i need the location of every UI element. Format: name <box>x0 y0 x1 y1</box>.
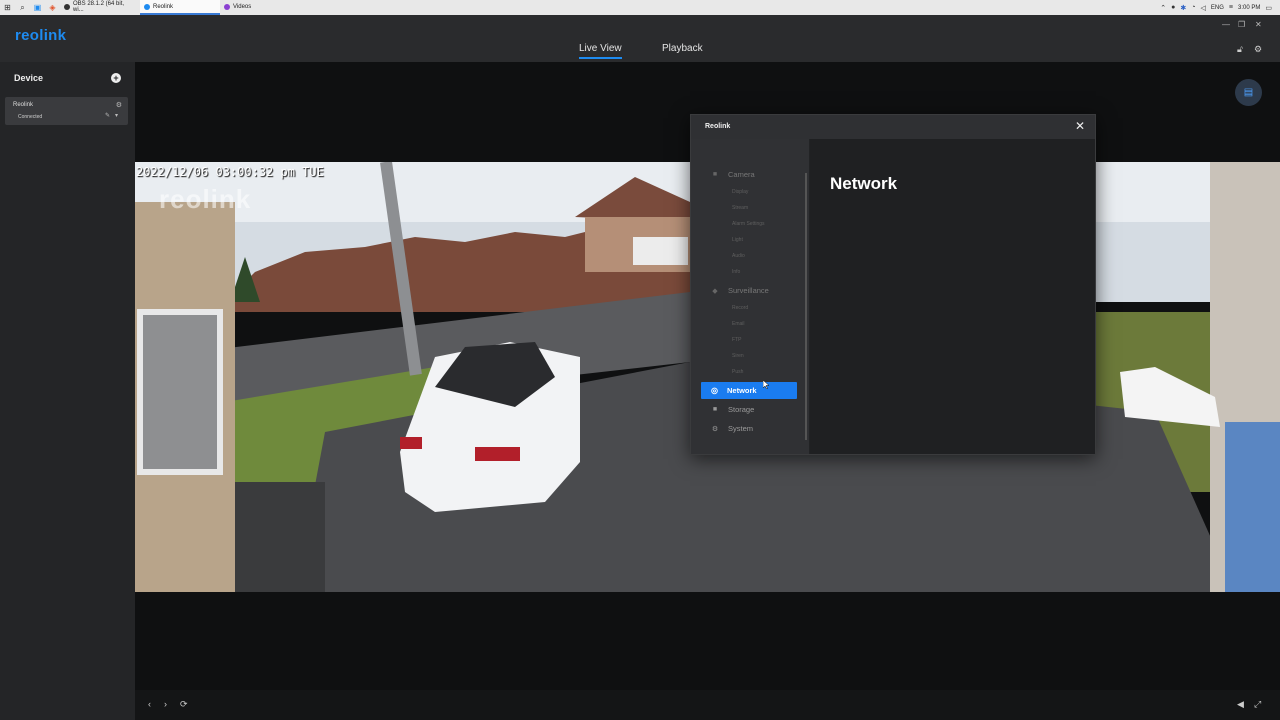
microphone-icon[interactable]: ● <box>1171 4 1175 11</box>
dialog-header: Reolink ✕ <box>691 115 1095 139</box>
gear-icon[interactable]: ⚙ <box>1254 44 1262 55</box>
reolink-icon <box>144 3 150 10</box>
mouse-cursor-icon <box>763 380 769 389</box>
car-tail-right <box>475 447 520 461</box>
menu-group-surveillance[interactable]: ◆ Surveillance <box>711 286 769 295</box>
camera-float-icon[interactable]: ▤ <box>1235 79 1262 106</box>
clock[interactable]: 3:00 PM <box>1238 5 1260 11</box>
taskbar-task-videos[interactable]: Videos <box>220 0 292 15</box>
menu-item-ftp[interactable]: FTP <box>732 337 741 343</box>
restore-icon[interactable]: ❐ <box>1238 20 1245 29</box>
house-right-siding <box>1225 422 1280 592</box>
settings-dialog: Reolink ✕ ■ Camera Display Stream Alarm … <box>690 114 1096 455</box>
next-icon[interactable]: › <box>164 699 167 709</box>
speaker-icon[interactable]: ◀ <box>1237 699 1244 710</box>
globe-icon: ◎ <box>711 386 718 395</box>
menu-item-siren[interactable]: Siren <box>732 353 744 359</box>
menu-item-system[interactable]: ⚙ System <box>711 424 753 433</box>
taskbar-task-obs[interactable]: OBS 28.1.2 (64 bit, wi... <box>60 0 140 15</box>
obs-icon <box>64 3 70 10</box>
network-icon[interactable]: ◔ <box>1191 4 1195 11</box>
osd-watermark: reolink <box>159 184 252 214</box>
device-sidebar: Device + Reolink ⚙ Connected ✎ ▾ <box>0 62 135 720</box>
menu-item-audio[interactable]: Audio <box>732 253 745 259</box>
menu-item-push[interactable]: Push <box>732 369 743 375</box>
garbage-bin <box>235 482 325 592</box>
menu-group-camera[interactable]: ■ Camera <box>711 170 755 179</box>
device-status: Connected <box>18 114 43 120</box>
dialog-title: Reolink <box>705 123 731 130</box>
menu-item-display[interactable]: Display <box>732 189 748 195</box>
system-tray: ⌃ ● ✱ ◔ ◁ ENG ≡ 3:00 PM ▭ <box>1160 4 1280 12</box>
fullscreen-icon[interactable]: ⤢ <box>1254 699 1261 710</box>
windows-start-icon[interactable]: ⊞ <box>0 0 15 15</box>
menu-item-network[interactable]: ◎ Network <box>701 382 797 399</box>
device-item[interactable]: Reolink ⚙ Connected ✎ ▾ <box>5 97 128 125</box>
chevron-down-icon[interactable]: ▾ <box>115 112 118 119</box>
sidebar-title: Device <box>14 73 44 83</box>
menu-scrollbar[interactable] <box>805 173 807 440</box>
menu-item-storage[interactable]: ■ Storage <box>711 405 754 414</box>
edit-icon[interactable]: ✎ <box>105 112 110 119</box>
garage-door <box>633 237 688 265</box>
menu-item-record[interactable]: Record <box>732 305 748 311</box>
settings-menu: ■ Camera Display Stream Alarm Settings L… <box>691 139 809 454</box>
camera-icon: ■ <box>712 171 718 178</box>
search-icon[interactable]: ⌕ <box>15 0 30 15</box>
device-settings-icon[interactable]: ⚙ <box>116 101 122 109</box>
shield-icon: ◆ <box>712 287 718 295</box>
taskbar-task-reolink[interactable]: Reolink <box>140 0 220 15</box>
notification-icon[interactable]: ▭ <box>1265 4 1272 12</box>
bottom-toolbar: ‹ › ⟳ ◀ ⤢ <box>135 690 1280 720</box>
device-name: Reolink <box>13 102 34 108</box>
add-device-icon[interactable]: + <box>111 73 121 83</box>
car-tail-left <box>400 437 422 449</box>
tab-playback[interactable]: Playback <box>662 43 703 54</box>
language-indicator[interactable]: ENG <box>1211 5 1224 11</box>
app-pin-icon[interactable]: ▣ <box>30 0 45 15</box>
osd-timestamp: 2022/12/06 03:00:32 pm TUE <box>136 165 324 179</box>
previous-icon[interactable]: ‹ <box>148 699 151 709</box>
browser-pin-icon[interactable]: ◈ <box>45 0 60 15</box>
cog-icon: ⚙ <box>711 425 719 433</box>
house-left-window <box>137 309 223 475</box>
settings-content: Network <box>810 139 1095 454</box>
refresh-icon[interactable]: ⟳ <box>180 699 188 710</box>
minimize-icon[interactable]: — <box>1222 20 1230 29</box>
settings-tray-icon[interactable]: ≡ <box>1229 4 1233 11</box>
storage-icon: ■ <box>712 406 718 413</box>
volume-icon[interactable]: ◁ <box>1201 4 1206 12</box>
app-logo: reolink <box>15 27 67 44</box>
chevron-up-icon[interactable]: ⌃ <box>1160 4 1166 12</box>
content-heading: Network <box>830 174 898 193</box>
bluetooth-icon[interactable]: ✱ <box>1180 4 1186 12</box>
videos-icon <box>224 3 230 10</box>
tab-live-view[interactable]: Live View <box>579 43 622 59</box>
windows-taskbar: ⊞ ⌕ ▣ ◈ OBS 28.1.2 (64 bit, wi... Reolin… <box>0 0 1280 15</box>
menu-item-light[interactable]: Light <box>732 237 743 243</box>
menu-item-stream[interactable]: Stream <box>732 205 748 211</box>
menu-item-email[interactable]: Email <box>732 321 745 327</box>
menu-item-info[interactable]: Info <box>732 269 740 275</box>
close-window-icon[interactable]: ✕ <box>1255 20 1262 29</box>
lock-icon[interactable]: 🔓︎ <box>1237 44 1243 55</box>
app-header <box>0 15 1280 62</box>
menu-item-alarm-settings[interactable]: Alarm Settings <box>732 221 765 227</box>
close-icon[interactable]: ✕ <box>1075 120 1085 132</box>
